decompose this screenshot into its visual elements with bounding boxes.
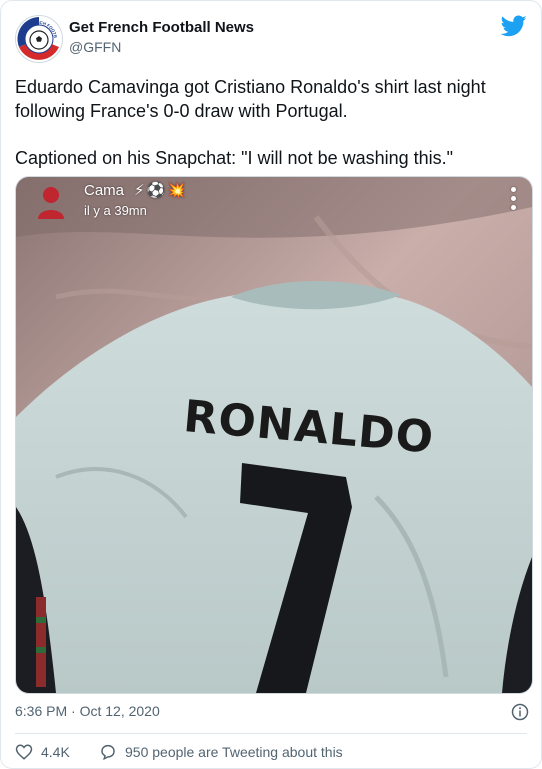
account-handle[interactable]: @GFFN	[69, 39, 121, 55]
tweeting-about-text: 950 people are Tweeting about this	[125, 744, 343, 760]
tweet-timestamp[interactable]: 6:36 PM · Oct 12, 2020	[15, 703, 160, 719]
gffn-logo-avatar: GET FRENCH FOOTBALL NEWS	[16, 16, 61, 61]
tweet-paragraph-2: Captioned on his Snapchat: "I will not b…	[15, 148, 454, 168]
tweeting-about-link[interactable]: 950 people are Tweeting about this	[99, 743, 343, 761]
snap-avatar-icon	[38, 187, 64, 219]
heart-icon	[15, 744, 33, 760]
more-options-icon[interactable]	[510, 187, 518, 214]
tweet-photo[interactable]: Cama ⚡⚽💥 il y a 39mn RONALDO	[15, 176, 533, 694]
account-avatar[interactable]: GET FRENCH FOOTBALL NEWS	[15, 15, 63, 63]
info-icon[interactable]	[511, 703, 529, 721]
divider	[15, 733, 527, 734]
twitter-bird-icon[interactable]	[501, 13, 527, 39]
tweet-paragraph-1: Eduardo Camavinga got Cristiano Ronaldo'…	[15, 77, 486, 121]
tweet-card: GET FRENCH FOOTBALL NEWS Get French Foot…	[0, 0, 542, 769]
display-name[interactable]: Get French Football News	[69, 19, 254, 36]
tweet-text: Eduardo Camavinga got Cristiano Ronaldo'…	[15, 75, 520, 170]
speech-bubble-icon	[101, 744, 115, 761]
snap-emoji-icons: ⚡⚽💥	[134, 182, 188, 199]
snap-username: Cama	[84, 182, 125, 199]
like-count: 4.4K	[41, 744, 70, 760]
like-button[interactable]: 4.4K	[15, 743, 70, 761]
snap-time: il y a 39mn	[84, 203, 147, 218]
